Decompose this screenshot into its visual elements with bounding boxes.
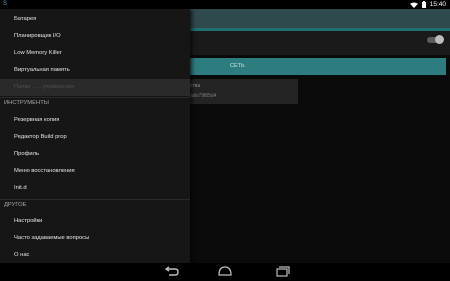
clock: 15:40	[429, 1, 446, 8]
app-notification-icon: S	[3, 1, 8, 7]
drawer-item-recovery-menu[interactable]: Меню восстановления	[0, 163, 190, 180]
action-bar	[190, 9, 450, 28]
drawer-item-battery[interactable]: Батарея	[0, 11, 190, 28]
drawer-item-io-scheduler[interactable]: Планировщик I/O	[0, 28, 190, 45]
home-icon[interactable]	[213, 263, 237, 281]
network-button[interactable]: СЕТЬ	[190, 58, 446, 75]
back-icon[interactable]	[160, 263, 184, 281]
drawer-divider	[0, 199, 190, 200]
drawer-item-label: Батарея	[14, 16, 37, 22]
drawer-item-label: Резервная копия	[14, 117, 60, 123]
drawer-item-label: Редактор Build prop	[14, 134, 67, 140]
drawer-item-label: Init.d	[14, 185, 27, 191]
navigation-bar	[0, 263, 450, 281]
drawer-item-label: Меню восстановления	[14, 168, 75, 174]
drawer-item-label: Low Memory Killer	[14, 50, 62, 56]
drawer-item-label: Пaпки ….. управления	[14, 84, 75, 90]
drawer-item-label: Виртуальная память	[14, 67, 70, 73]
wifi-icon	[409, 2, 418, 8]
recents-icon[interactable]	[271, 263, 295, 281]
drawer-item-faq[interactable]: Часто задаваемые вопросы	[0, 230, 190, 247]
drawer-item-about[interactable]: О нас	[0, 247, 190, 264]
drawer-item-backup[interactable]: Резервная копия	[0, 112, 190, 129]
drawer-item-label: Настройки	[14, 218, 43, 224]
info-card-value: ado79f85d4	[190, 93, 217, 99]
section-header-other: ДРУГОЕ	[4, 202, 27, 208]
navigation-drawer: Батарея Планировщик I/O Low Memory Kille…	[0, 9, 190, 263]
toggle-switch-knob[interactable]	[435, 35, 444, 44]
drawer-item-label: Планировщик I/O	[14, 33, 61, 39]
toggle-row[interactable]	[190, 31, 450, 55]
drawer-item-virtual-memory[interactable]: Виртуальная память	[0, 62, 190, 79]
drawer-item-build-prop-editor[interactable]: Редактор Build prop	[0, 129, 190, 146]
info-card	[190, 79, 298, 104]
battery-icon	[421, 1, 426, 8]
drawer-divider	[0, 97, 190, 98]
drawer-item-label: Часто задаваемые вопросы	[14, 235, 90, 241]
drawer-item-init-d[interactable]: Init.d	[0, 180, 190, 197]
info-card-title: ства	[190, 83, 201, 89]
network-button-label: СЕТЬ	[230, 63, 245, 69]
drawer-item-label: О нас	[14, 252, 30, 258]
status-bar: S 15:40	[0, 0, 450, 9]
drawer-item-profile[interactable]: Профиль	[0, 146, 190, 163]
status-icons: 15:40	[409, 0, 446, 9]
drawer-item-label: Профиль	[14, 151, 40, 157]
drawer-item-active[interactable]: Пaпки ….. управления	[0, 79, 190, 96]
drawer-item-settings[interactable]: Настройки	[0, 213, 190, 230]
section-header-tools: ИНСТРУМЕНТЫ	[4, 100, 49, 106]
drawer-item-low-memory-killer[interactable]: Low Memory Killer	[0, 45, 190, 62]
